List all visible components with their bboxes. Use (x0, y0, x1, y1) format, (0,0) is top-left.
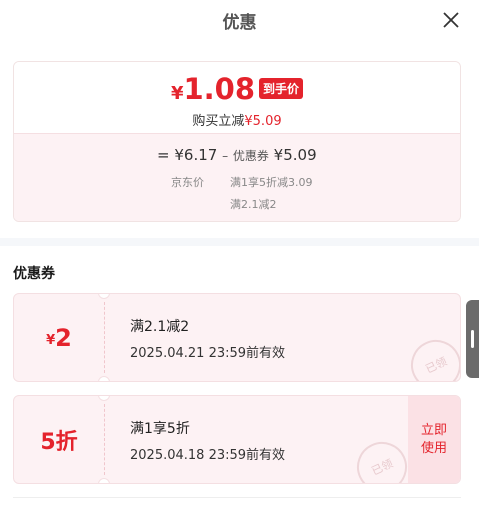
coupon-value: ¥2 (14, 294, 104, 381)
final-price: ¥1.08 到手价 (14, 72, 460, 106)
coupons-section-title: 优惠券 (13, 266, 55, 282)
final-price-value: 1.08 (183, 72, 256, 106)
coupon-divider (104, 302, 105, 373)
coupon-condition: 满2.1减2 (130, 319, 190, 335)
grip-icon (471, 330, 474, 348)
base-price: ¥6.17 (174, 146, 218, 164)
coupon-notch-bottom (98, 376, 110, 381)
modal-header: 优惠 (0, 0, 479, 40)
base-price-label: 京东价 (171, 176, 204, 189)
final-price-tag: 到手价 (259, 78, 304, 99)
coupon-rule-1: 满1享5折减3.09 (230, 176, 313, 189)
side-drag-handle[interactable] (466, 300, 479, 378)
coupon-card[interactable]: ¥2 满2.1减2 2025.04.21 23:59前有效 已领 (13, 293, 461, 382)
use-now-button[interactable]: 立即使用 (408, 396, 460, 483)
claimed-stamp-icon: 已领 (348, 433, 416, 483)
coupon-currency: ¥ (46, 333, 56, 348)
coupon-amount: ¥5.09 (273, 146, 317, 164)
currency-symbol: ¥ (170, 83, 184, 104)
coupon-divider (104, 404, 105, 475)
minus-sign: – (222, 149, 229, 163)
coupon-card[interactable]: 5折 满1享5折 2025.04.18 23:59前有效 已领 立即使用 (13, 395, 461, 484)
coupon-expiry: 2025.04.21 23:59前有效 (130, 346, 286, 361)
list-bottom-divider (13, 497, 461, 498)
instant-discount-label: 购买立减 (192, 114, 245, 129)
use-now-label: 立即使用 (420, 422, 447, 456)
coupon-condition: 满1享5折 (130, 421, 190, 437)
coupon-amount-value: 2 (55, 323, 72, 352)
coupon-rule-2: 满2.1减2 (230, 198, 277, 211)
instant-discount: 购买立减¥5.09 (14, 110, 460, 129)
price-formula: = ¥6.17 – 优惠券 ¥5.09 (157, 146, 317, 164)
coupon-discount-value: 5折 (40, 429, 78, 455)
modal-title: 优惠 (222, 13, 257, 33)
coupon-label: 优惠券 (232, 149, 269, 163)
claimed-stamp-icon: 已领 (402, 331, 460, 381)
section-divider (0, 238, 479, 246)
coupon-expiry: 2025.04.18 23:59前有效 (130, 448, 286, 463)
instant-discount-amount: ¥5.09 (244, 114, 282, 129)
close-icon[interactable] (441, 10, 461, 30)
price-summary-card: ¥1.08 到手价 购买立减¥5.09 = ¥6.17 – 优惠券 ¥5.09 京… (13, 61, 461, 222)
coupon-notch-bottom (98, 478, 110, 483)
price-breakdown: = ¥6.17 – 优惠券 ¥5.09 京东价 满1享5折减3.09 满2.1减… (14, 133, 460, 221)
equals-sign: = (157, 146, 170, 164)
coupon-value: 5折 (14, 396, 104, 483)
